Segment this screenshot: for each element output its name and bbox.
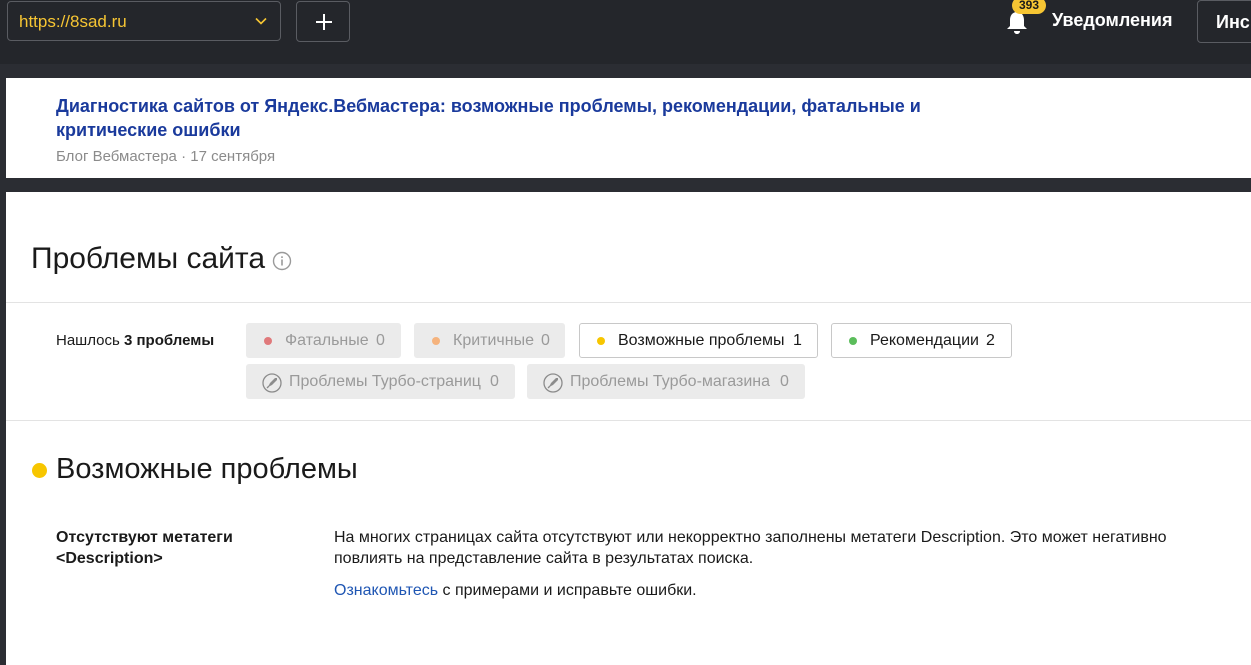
add-site-button[interactable] <box>296 1 350 42</box>
info-icon[interactable] <box>272 251 292 271</box>
problem-action: Ознакомьтесь с примерами и исправьте оши… <box>334 582 697 600</box>
chevron-down-icon <box>255 17 267 25</box>
filter-recommendations-label: Рекомендации <box>870 332 979 349</box>
news-meta: Блог Вебмастера · 17 сентября <box>56 148 276 165</box>
filter-turbo-pages[interactable]: Проблемы Турбо-страниц 0 <box>246 364 515 399</box>
filter-recommendations-count: 2 <box>986 332 995 349</box>
possible-dot-icon <box>32 463 47 478</box>
found-prefix: Нашлось <box>56 332 120 349</box>
divider <box>6 302 1251 303</box>
rocket-icon <box>262 373 282 393</box>
filter-turbo-shop-label: Проблемы Турбо-магазина <box>570 373 771 390</box>
problem-name: Отсутствуют метатеги <Description> <box>56 529 233 567</box>
filter-possible-count: 1 <box>793 332 802 349</box>
tools-button[interactable]: Инс <box>1197 0 1251 43</box>
problem-action-text: с примерами и исправьте ошибки. <box>438 582 697 599</box>
notifications-count-badge: 393 <box>1012 0 1047 14</box>
site-selector[interactable]: https://8sad.ru <box>7 1 281 41</box>
problem-description: На многих страницах сайта отсутствуют ил… <box>334 529 1167 567</box>
critical-dot-icon <box>432 337 440 345</box>
filter-possible[interactable]: Возможные проблемы 1 <box>579 323 818 358</box>
site-problems-panel: Проблемы сайта Нашлось 3 проблемы Фаталь… <box>6 192 1251 665</box>
plus-icon <box>316 14 332 30</box>
found-count: 3 проблемы <box>123 332 215 349</box>
filter-critical-count: 0 <box>541 332 550 349</box>
site-selector-value: https://8sad.ru <box>19 12 127 31</box>
notifications-link[interactable]: Уведомления <box>1052 10 1173 31</box>
rocket-icon <box>543 373 563 393</box>
filter-fatal-count: 0 <box>376 332 385 349</box>
news-card: Диагностика сайтов от Яндекс.Вебмастера:… <box>6 78 1251 178</box>
tools-button-label: Инс <box>1216 12 1250 32</box>
filter-critical-label: Критичные <box>453 332 534 349</box>
page-title: Проблемы сайта <box>31 242 266 275</box>
news-title-link[interactable]: Диагностика сайтов от Яндекс.Вебмастера:… <box>56 94 996 142</box>
possible-dot-icon <box>597 337 605 345</box>
recommendations-dot-icon <box>849 337 857 345</box>
filter-turbo-pages-count: 0 <box>490 373 499 390</box>
filter-fatal-label: Фатальные <box>285 332 369 349</box>
problems-found-summary: Нашлось 3 проблемы <box>56 332 214 349</box>
filter-critical[interactable]: Критичные 0 <box>414 323 565 358</box>
filter-turbo-shop[interactable]: Проблемы Турбо-магазина 0 <box>527 364 805 399</box>
fatal-dot-icon <box>264 337 272 345</box>
filter-possible-label: Возможные проблемы <box>618 332 785 349</box>
filter-turbo-shop-count: 0 <box>780 373 789 390</box>
filter-recommendations[interactable]: Рекомендации 2 <box>831 323 1012 358</box>
examples-link[interactable]: Ознакомьтесь <box>334 582 438 599</box>
section-title: Возможные проблемы <box>56 453 358 485</box>
filter-fatal[interactable]: Фатальные 0 <box>246 323 401 358</box>
filter-turbo-pages-label: Проблемы Турбо-страниц <box>289 373 481 390</box>
top-bar: https://8sad.ru 393 Уведомления Инс <box>0 0 1251 64</box>
divider <box>6 420 1251 421</box>
